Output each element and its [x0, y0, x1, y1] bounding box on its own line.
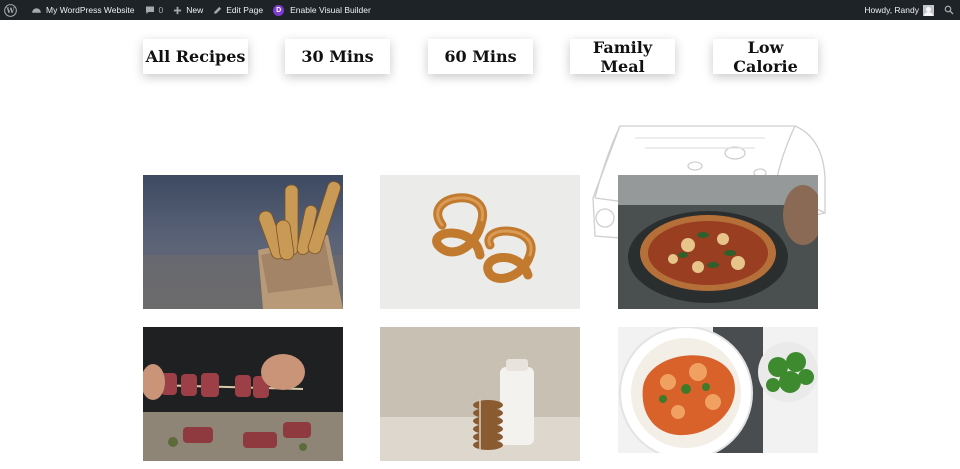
pretzels-image	[380, 175, 580, 309]
plus-icon	[173, 6, 182, 15]
filter-family-meal-button[interactable]: Family Meal	[570, 38, 675, 76]
recipe-card-pretzels[interactable]	[380, 175, 580, 309]
filter-60-mins-button[interactable]: 60 Mins	[428, 39, 533, 74]
visual-builder-label: Enable Visual Builder	[290, 5, 371, 15]
recipe-card-skewers[interactable]	[143, 327, 343, 461]
curry-image	[618, 327, 818, 453]
comments-count: 0	[158, 5, 164, 15]
svg-text:W: W	[5, 6, 15, 15]
wordpress-icon: W	[4, 3, 17, 17]
filter-low-calorie-button[interactable]: Low Calorie	[713, 38, 818, 76]
recipe-card-cookies-milk[interactable]	[380, 327, 580, 461]
admin-bar: W My WordPress Website 0 New Edit Page D…	[0, 0, 960, 20]
recipe-card-curry[interactable]	[618, 327, 818, 453]
breadsticks-image	[143, 175, 343, 309]
admin-bar-secondary: Howdy, Randy	[859, 0, 960, 20]
avatar	[923, 4, 934, 16]
edit-page-label: Edit Page	[226, 5, 264, 15]
divi-icon: D	[273, 4, 285, 16]
recipe-filters: All Recipes 30 Mins 60 Mins Family Meal …	[0, 38, 960, 76]
new-content-link[interactable]: New	[168, 0, 208, 20]
recipe-card-pizza[interactable]	[618, 175, 818, 309]
pencil-icon	[213, 6, 222, 15]
skewers-image	[143, 327, 343, 461]
cookies-milk-image	[380, 327, 580, 461]
pizza-image	[618, 175, 818, 309]
recipe-card-breadsticks[interactable]	[143, 175, 343, 309]
greeting: Howdy, Randy	[864, 5, 919, 15]
site-name: My WordPress Website	[46, 5, 135, 15]
account-menu[interactable]: Howdy, Randy	[859, 0, 939, 20]
search-button[interactable]	[939, 0, 960, 20]
site-name-link[interactable]: My WordPress Website	[26, 0, 140, 20]
wordpress-menu[interactable]: W	[0, 0, 26, 20]
filter-30-mins-button[interactable]: 30 Mins	[285, 39, 390, 74]
edit-page-link[interactable]: Edit Page	[208, 0, 268, 20]
new-label: New	[186, 5, 204, 15]
dashboard-icon	[31, 5, 42, 16]
comments-link[interactable]: 0	[140, 0, 169, 20]
comment-icon	[145, 5, 155, 15]
search-icon	[944, 5, 954, 15]
filter-all-recipes-button[interactable]: All Recipes	[143, 39, 248, 74]
visual-builder-link[interactable]: D Enable Visual Builder	[268, 0, 376, 20]
